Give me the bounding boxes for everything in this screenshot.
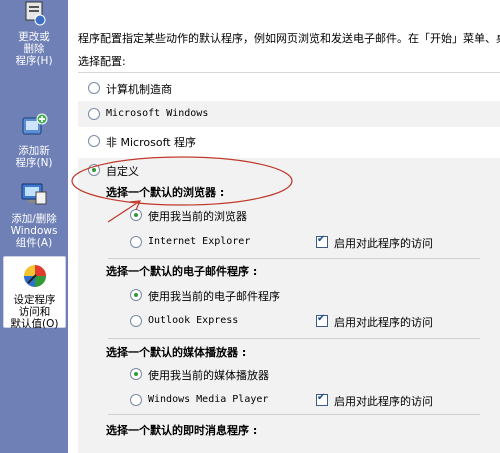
radio-internet-explorer[interactable] xyxy=(130,236,142,248)
choose-config-label: 选择配置: xyxy=(78,55,126,68)
option-label: 非 Microsoft 程序 xyxy=(106,136,197,149)
add-new-programs-icon xyxy=(0,112,68,143)
option-label: Outlook Express xyxy=(148,315,239,326)
radio-current-media-player[interactable] xyxy=(130,368,142,380)
option-label: Windows Media Player xyxy=(148,394,269,405)
checkbox-enable-access[interactable] xyxy=(316,392,328,406)
option-non-microsoft[interactable]: 非 Microsoft 程序 xyxy=(78,128,500,154)
section-title-im: 选择一个默认的即时消息程序 : xyxy=(106,424,258,437)
radio-non-microsoft[interactable] xyxy=(88,135,100,147)
intro-text: 程序配置指定某些动作的默认程序，例如网页浏览和发送电子邮件。在「开始」菜单、桌 xyxy=(78,32,500,45)
option-label: Internet Explorer xyxy=(148,236,251,247)
sidebar-item-label: 设定程序 访问和 默认值(O) xyxy=(10,294,59,330)
radio-microsoft-windows[interactable] xyxy=(88,108,100,120)
radio-outlook-express[interactable] xyxy=(130,315,142,327)
sidebar-item-set-defaults[interactable]: 设定程序 访问和 默认值(O) xyxy=(3,256,66,330)
section-title-browser: 选择一个默认的浏览器 : xyxy=(106,186,225,199)
checkbox-enable-access[interactable] xyxy=(316,234,328,248)
sidebar-item-label: 更改或 删除 程序(H) xyxy=(15,31,53,67)
checkbox-label: 启用对此程序的访问 xyxy=(334,237,433,250)
divider xyxy=(108,338,480,339)
option-manufacturer[interactable]: 计算机制造商 xyxy=(78,75,500,101)
checkbox-enable-access[interactable] xyxy=(316,313,328,327)
program-defaults-panel: 程序配置指定某些动作的默认程序，例如网页浏览和发送电子邮件。在「开始」菜单、桌 … xyxy=(68,0,500,453)
radio-windows-media-player[interactable] xyxy=(130,394,142,406)
change-remove-programs-icon xyxy=(0,0,68,29)
radio-current-browser[interactable] xyxy=(130,209,142,221)
sidebar: 更改或 删除 程序(H) 添加新 程序(N) 添加/删除 Windows 组件(… xyxy=(0,0,68,453)
windows-components-icon xyxy=(0,180,68,211)
section-title-email: 选择一个默认的电子邮件程序 : xyxy=(106,265,258,278)
option-label: 计算机制造商 xyxy=(106,83,172,96)
set-program-defaults-icon xyxy=(4,263,65,292)
option-label: 使用我当前的电子邮件程序 xyxy=(148,290,280,303)
sidebar-item-label: 添加新 程序(N) xyxy=(15,145,53,169)
sidebar-item-label: 添加/删除 Windows 组件(A) xyxy=(10,213,58,249)
sidebar-item-add-new[interactable]: 添加新 程序(N) xyxy=(0,112,68,172)
checkbox-label: 启用对此程序的访问 xyxy=(334,395,433,408)
option-label: 自定义 xyxy=(106,165,139,178)
radio-manufacturer[interactable] xyxy=(88,82,100,94)
option-label: 使用我当前的浏览器 xyxy=(148,210,247,223)
option-label: Microsoft Windows xyxy=(106,108,209,119)
custom-config-panel: 自定义 选择一个默认的浏览器 : 使用我当前的浏览器 Internet Expl… xyxy=(78,158,500,453)
divider xyxy=(108,258,480,259)
sidebar-item-change-remove[interactable]: 更改或 删除 程序(H) xyxy=(0,0,68,95)
option-label: 使用我当前的媒体播放器 xyxy=(148,369,269,382)
option-microsoft-windows[interactable]: Microsoft Windows xyxy=(78,101,500,127)
radio-custom[interactable] xyxy=(88,164,100,176)
section-title-media: 选择一个默认的媒体播放器 : xyxy=(106,346,247,359)
divider xyxy=(108,414,480,415)
checkbox-label: 启用对此程序的访问 xyxy=(334,316,433,329)
radio-current-email[interactable] xyxy=(130,289,142,301)
divider xyxy=(78,72,500,73)
sidebar-item-windows-components[interactable]: 添加/删除 Windows 组件(A) xyxy=(0,180,68,249)
